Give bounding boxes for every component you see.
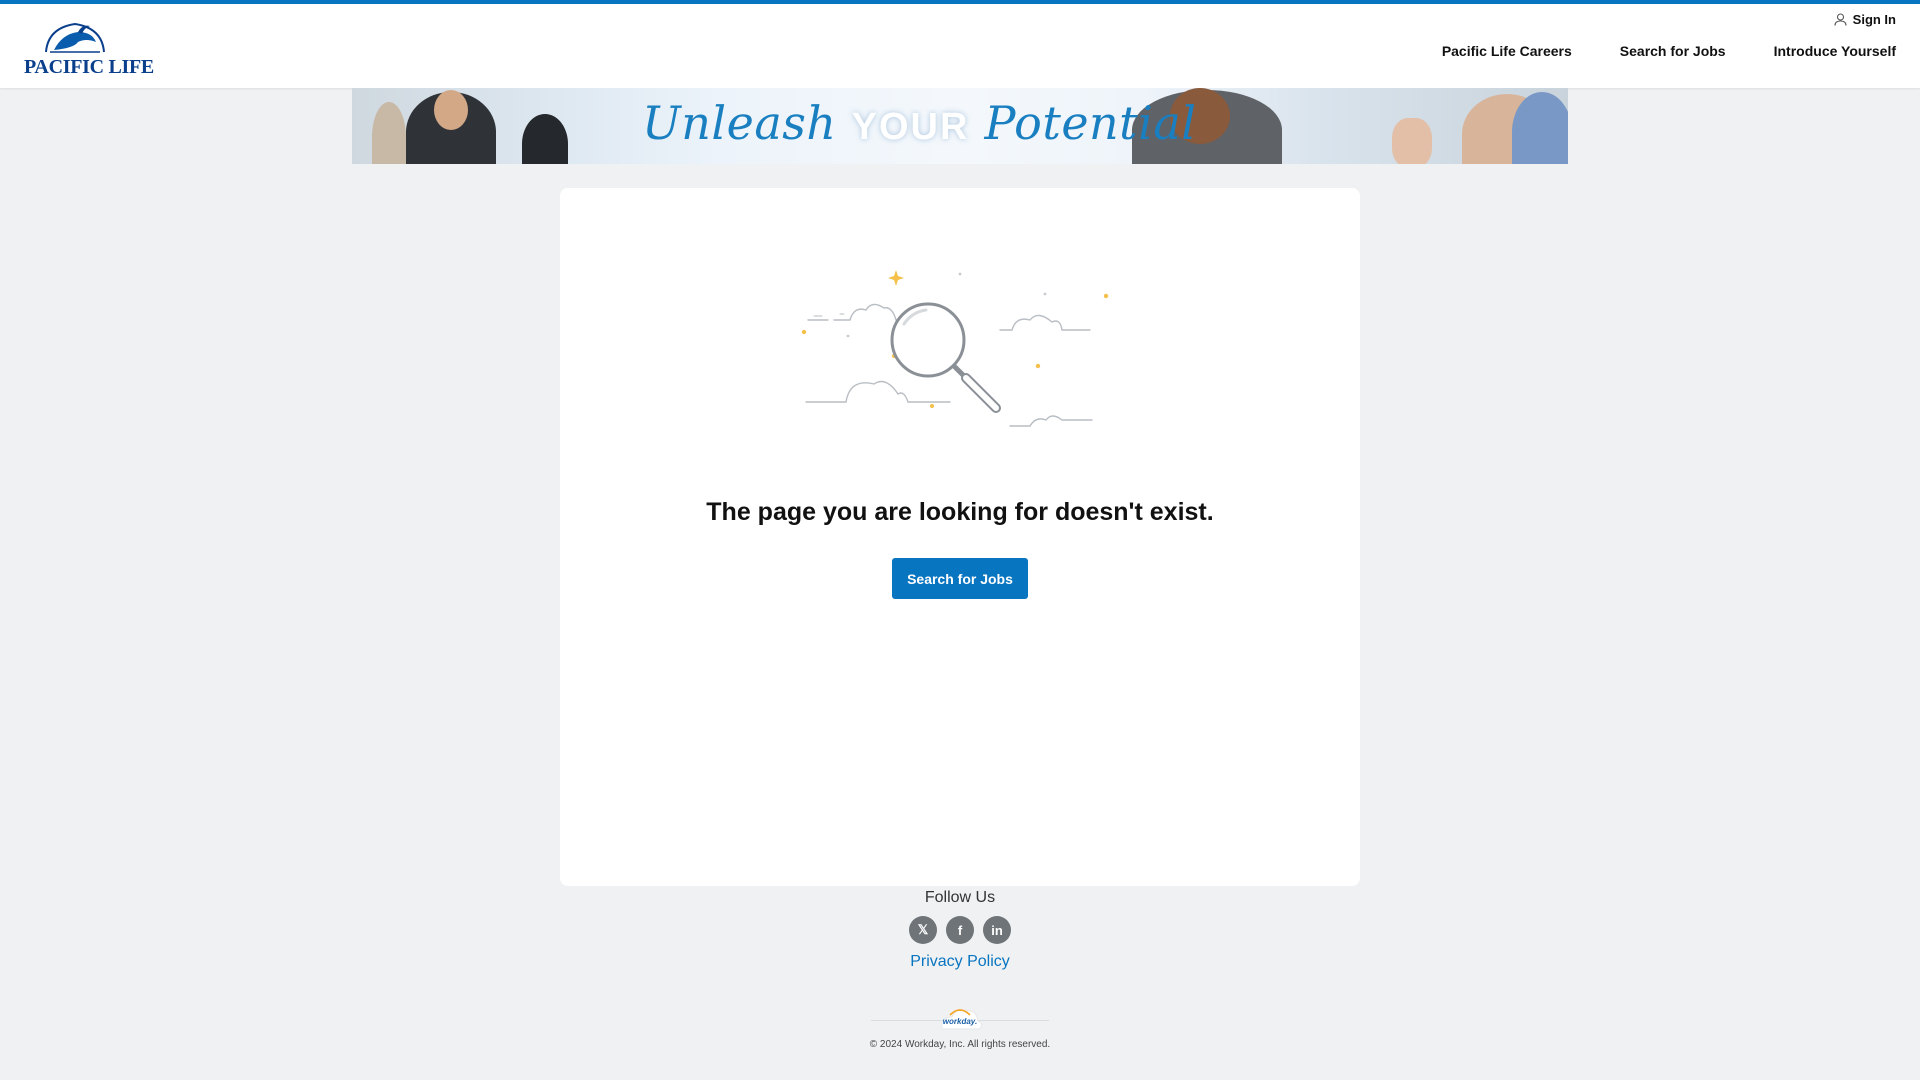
site-header: PACIFIC LIFE Sign In Pacific Life Career… [0,4,1920,88]
banner-word-unleash: Unleash [642,96,837,150]
sign-in-link[interactable]: Sign In [1834,12,1896,27]
social-links: 𝕏 f in [909,916,1011,944]
nav-introduce-yourself[interactable]: Introduce Yourself [1774,43,1896,59]
x-twitter-icon[interactable]: 𝕏 [909,916,937,944]
privacy-policy-link[interactable]: Privacy Policy [0,953,1920,971]
error-card: The page you are looking for doesn't exi… [560,188,1360,886]
banner-photo-face [434,90,468,130]
pacific-life-logo[interactable]: PACIFIC LIFE [24,20,154,78]
copyright-text: © 2024 Workday, Inc. All rights reserved… [869,1039,1051,1050]
follow-us-label: Follow Us [924,889,996,906]
banner-word-potential: Potential [984,96,1197,150]
error-message: The page you are looking for doesn't exi… [706,498,1214,526]
nav-search-for-jobs[interactable]: Search for Jobs [1620,43,1726,59]
banner-headline: Unleash YOUR Potential [642,96,1197,150]
banner-photo-person [1512,92,1568,164]
workday-logo: workday. [936,1003,984,1033]
search-for-jobs-button[interactable]: Search for Jobs [892,558,1028,599]
banner-word-your: YOUR [851,106,970,148]
banner-photo-person [522,114,568,164]
banner-photo-hands [1392,118,1432,164]
whale-emblem-icon [45,22,105,53]
linkedin-icon[interactable]: in [983,916,1011,944]
sign-in-label: Sign In [1852,12,1896,27]
user-icon [1834,13,1847,26]
nav-pacific-life-careers[interactable]: Pacific Life Careers [1442,43,1572,59]
facebook-icon[interactable]: f [946,916,974,944]
main-nav: Pacific Life Careers Search for Jobs Int… [1442,43,1896,59]
hero-banner: Unleash YOUR Potential [352,88,1568,164]
magnifier-clouds-illustration [801,270,1109,427]
banner-photo-person [372,102,406,164]
workday-wordmark: workday. [942,1017,978,1026]
logo-wordmark: PACIFIC LIFE [24,56,154,78]
